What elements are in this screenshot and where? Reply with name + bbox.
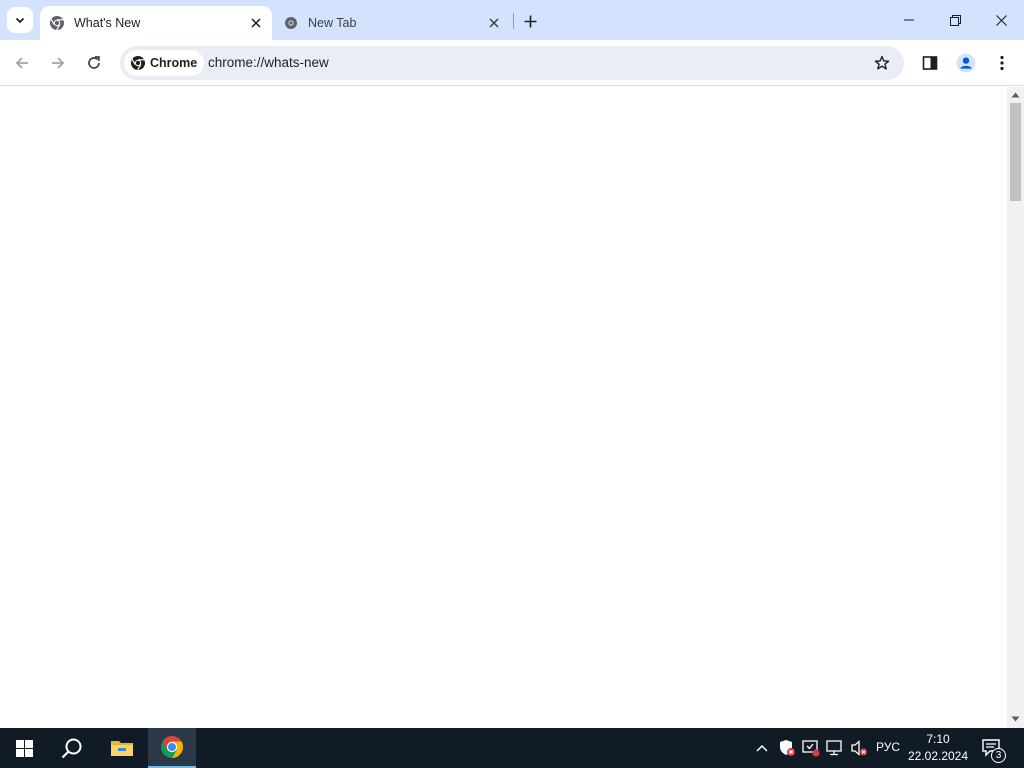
- menu-button[interactable]: [986, 47, 1018, 79]
- scroll-down-button[interactable]: [1007, 712, 1024, 726]
- close-window-button[interactable]: [978, 0, 1024, 40]
- site-info-chip[interactable]: Chrome: [124, 50, 205, 76]
- tab-strip: What's New New Tab: [0, 0, 1024, 40]
- close-icon: [995, 14, 1007, 26]
- profile-button[interactable]: [950, 47, 982, 79]
- security-tray-button[interactable]: [801, 738, 821, 758]
- restore-icon: [949, 14, 961, 26]
- tab-title: New Tab: [308, 16, 357, 30]
- arrow-left-icon: [15, 57, 28, 69]
- restore-button[interactable]: [932, 0, 978, 40]
- site-chip-label: Chrome: [150, 56, 198, 70]
- chrome-icon: [161, 736, 183, 758]
- close-icon: [251, 18, 261, 28]
- tab-separator: [513, 13, 514, 29]
- scrollbar-thumb[interactable]: [1010, 103, 1021, 201]
- scroll-up-button[interactable]: [1007, 88, 1024, 102]
- back-button[interactable]: [6, 47, 38, 79]
- taskbar: РУС 7:10 22.02.2024 3: [0, 728, 1024, 768]
- notification-count-badge: 3: [991, 748, 1006, 763]
- search-icon: [61, 738, 82, 759]
- minimize-icon: [904, 19, 914, 21]
- minimize-button[interactable]: [886, 0, 932, 40]
- caret-up-icon: [1011, 92, 1020, 98]
- tab-new-tab[interactable]: New Tab: [274, 6, 510, 40]
- side-panel-button[interactable]: [914, 47, 946, 79]
- shield-warning-icon: [780, 740, 795, 756]
- reload-icon: [88, 55, 100, 69]
- address-bar[interactable]: Chrome chrome://whats-new: [120, 46, 904, 80]
- show-hidden-icons-button[interactable]: [752, 738, 772, 758]
- network-icon: [826, 740, 842, 756]
- forward-button[interactable]: [42, 47, 74, 79]
- windows-start-icon: [15, 739, 33, 757]
- new-tab-icon: [283, 15, 299, 31]
- chrome-icon: [49, 15, 65, 31]
- file-explorer-icon: [111, 741, 133, 756]
- reload-button[interactable]: [78, 47, 110, 79]
- browser-toolbar: Chrome chrome://whats-new: [0, 40, 1024, 86]
- volume-tray-button[interactable]: [849, 738, 869, 758]
- url-text[interactable]: chrome://whats-new: [208, 55, 329, 70]
- tab-whats-new[interactable]: What's New: [40, 6, 272, 40]
- chevron-up-icon: [756, 744, 768, 752]
- start-button[interactable]: [0, 728, 48, 768]
- chrome-icon: [130, 55, 146, 71]
- tab-close-button[interactable]: [484, 13, 504, 33]
- volume-muted-icon: [851, 740, 868, 756]
- vertical-scrollbar[interactable]: [1007, 87, 1024, 728]
- tab-close-button[interactable]: [246, 13, 266, 33]
- clock-time: 7:10: [926, 732, 950, 746]
- file-explorer-button[interactable]: [98, 728, 146, 768]
- bookmark-button[interactable]: [872, 53, 892, 73]
- close-icon: [489, 18, 499, 28]
- tab-search-button[interactable]: [7, 7, 33, 33]
- avatar-icon: [956, 53, 976, 73]
- defender-tray-button[interactable]: [777, 738, 797, 758]
- clock[interactable]: 7:10 22.02.2024: [906, 731, 970, 765]
- chevron-down-icon: [15, 17, 25, 24]
- taskbar-search-button[interactable]: [48, 728, 96, 768]
- more-vertical-icon: [1000, 55, 1004, 71]
- plus-icon: [524, 15, 536, 27]
- input-language-indicator[interactable]: РУС: [876, 740, 900, 754]
- network-tray-button[interactable]: [825, 738, 845, 758]
- arrow-right-icon: [52, 57, 65, 69]
- chrome-taskbar-button[interactable]: [148, 728, 196, 768]
- tab-title: What's New: [74, 16, 141, 30]
- star-icon: [874, 55, 890, 70]
- caret-down-icon: [1011, 716, 1020, 722]
- new-tab-button[interactable]: [519, 10, 541, 32]
- clock-date: 22.02.2024: [907, 749, 969, 763]
- monitor-warning-icon: [802, 740, 820, 757]
- side-panel-icon: [922, 56, 938, 70]
- page-content: [0, 87, 1007, 728]
